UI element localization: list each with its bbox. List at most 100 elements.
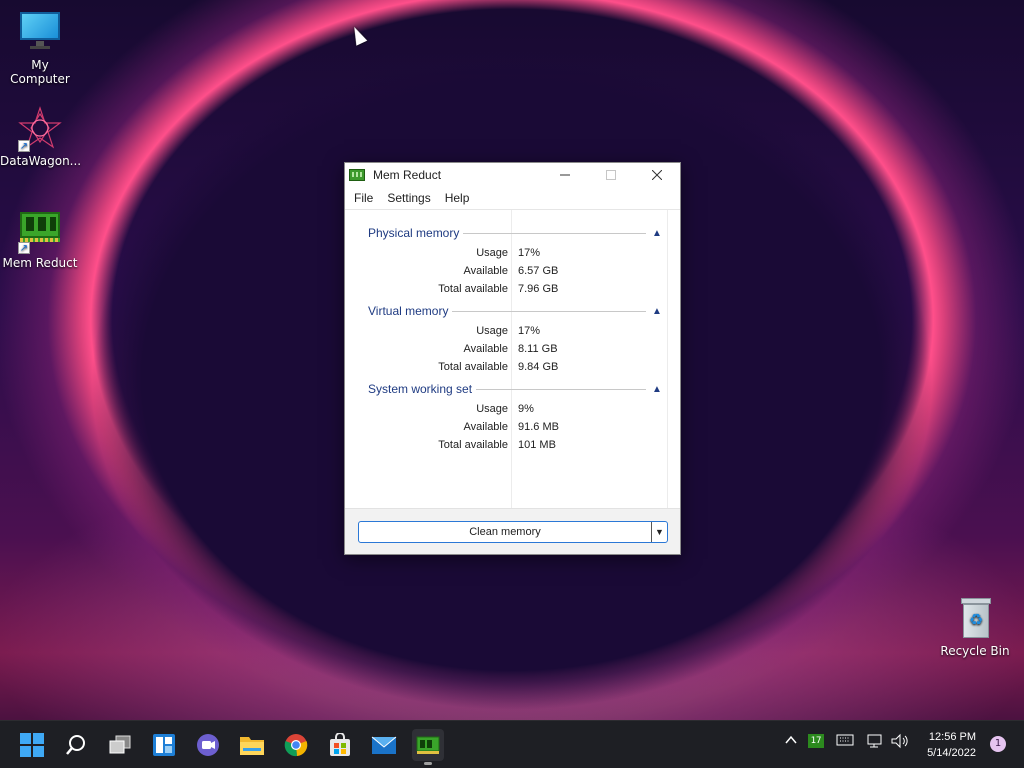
clock-time: 12:56 PM bbox=[928, 731, 976, 743]
row-value: 17% bbox=[518, 247, 541, 259]
mem-usage-tray-badge: 17 bbox=[808, 734, 824, 748]
menu-help[interactable]: Help bbox=[438, 191, 477, 205]
group-title: Virtual memory bbox=[368, 304, 449, 318]
widgets-icon bbox=[153, 734, 175, 756]
list-item: Available 8.11 GB bbox=[345, 340, 680, 358]
desktop-icon-my-computer[interactable]: My Computer bbox=[0, 10, 80, 86]
chevron-up-icon bbox=[785, 735, 797, 744]
row-label: Available bbox=[463, 265, 508, 277]
shortcut-arrow-icon: ↗ bbox=[18, 242, 30, 254]
row-value: 9% bbox=[518, 403, 534, 415]
row-label: Available bbox=[463, 343, 508, 355]
datawagon-logo-icon: ↗ bbox=[18, 106, 62, 152]
keyboard-tray-button[interactable] bbox=[836, 733, 854, 750]
chrome-button[interactable] bbox=[280, 729, 312, 761]
list-item: Total available 101 MB bbox=[345, 436, 680, 454]
memory-list: Physical memory ▲ Usage 17% Available 6.… bbox=[345, 209, 680, 509]
group-divider bbox=[452, 310, 646, 312]
desktop-icon-label: My Computer bbox=[10, 58, 70, 86]
minimize-button[interactable] bbox=[542, 163, 588, 187]
task-view-icon bbox=[109, 735, 131, 754]
row-label: Usage bbox=[476, 403, 508, 415]
clock[interactable]: 12:56 PM 5/14/2022 bbox=[927, 729, 976, 761]
monitor-icon bbox=[18, 10, 62, 54]
group-virtual-memory[interactable]: Virtual memory ▲ bbox=[368, 303, 662, 319]
task-view-button[interactable] bbox=[104, 729, 136, 761]
chat-button[interactable] bbox=[192, 729, 224, 761]
row-value: 101 MB bbox=[518, 439, 556, 451]
row-value: 9.84 GB bbox=[518, 361, 559, 373]
row-value: 17% bbox=[518, 325, 541, 337]
row-label: Available bbox=[463, 421, 508, 433]
collapse-chevron-icon[interactable]: ▲ bbox=[652, 228, 662, 239]
teams-chat-icon bbox=[197, 734, 219, 756]
list-item: Available 91.6 MB bbox=[345, 418, 680, 436]
desktop-icon-mem-reduct[interactable]: ↗ Mem Reduct bbox=[0, 208, 80, 270]
collapse-chevron-icon[interactable]: ▲ bbox=[652, 384, 662, 395]
desktop-icon-label: DataWagon... bbox=[0, 154, 82, 168]
window-footer: Clean memory ▼ bbox=[345, 508, 680, 554]
active-app-indicator bbox=[424, 762, 432, 765]
taskbar: 17 12:56 PM 5/14/2022 1 bbox=[0, 720, 1024, 768]
mem-reduct-app-icon bbox=[349, 169, 365, 181]
store-icon bbox=[330, 733, 350, 756]
network-tray-button[interactable] bbox=[866, 733, 884, 752]
group-title: Physical memory bbox=[368, 226, 460, 240]
close-button[interactable] bbox=[634, 163, 680, 187]
window-title: Mem Reduct bbox=[373, 168, 442, 182]
show-hidden-icons-button[interactable] bbox=[784, 733, 798, 750]
list-item: Total available 9.84 GB bbox=[345, 358, 680, 376]
mouse-cursor-icon bbox=[348, 24, 368, 46]
row-label: Usage bbox=[476, 325, 508, 337]
mem-reduct-window: Mem Reduct File Settings Help Physical m… bbox=[344, 162, 681, 555]
clean-memory-label: Clean memory bbox=[469, 526, 541, 538]
group-physical-memory[interactable]: Physical memory ▲ bbox=[368, 225, 662, 241]
dropdown-arrow-icon[interactable]: ▼ bbox=[651, 522, 667, 542]
title-bar[interactable]: Mem Reduct bbox=[345, 163, 680, 187]
list-item: Usage 9% bbox=[345, 400, 680, 418]
menu-settings[interactable]: Settings bbox=[380, 191, 437, 205]
store-button[interactable] bbox=[324, 729, 356, 761]
row-value: 91.6 MB bbox=[518, 421, 559, 433]
list-item: Usage 17% bbox=[345, 322, 680, 340]
desktop-icon-recycle-bin[interactable]: ♻ Recycle Bin bbox=[935, 596, 1015, 658]
file-explorer-icon bbox=[240, 737, 264, 755]
menu-file[interactable]: File bbox=[347, 191, 380, 205]
menu-bar: File Settings Help bbox=[345, 187, 680, 209]
row-value: 8.11 GB bbox=[518, 343, 558, 355]
memory-chip-icon: ↗ bbox=[18, 208, 62, 254]
group-system-working-set[interactable]: System working set ▲ bbox=[368, 381, 662, 397]
tray-mem-reduct[interactable]: 17 bbox=[808, 734, 824, 748]
desktop-icon-label: Mem Reduct bbox=[2, 256, 78, 270]
desktop-icon-datawagon[interactable]: ↗ DataWagon... bbox=[0, 106, 82, 168]
search-icon bbox=[66, 735, 85, 755]
row-value: 7.96 GB bbox=[518, 283, 559, 295]
clean-memory-button[interactable]: Clean memory ▼ bbox=[358, 521, 668, 543]
row-value: 6.57 GB bbox=[518, 265, 559, 277]
notification-badge[interactable]: 1 bbox=[990, 736, 1006, 752]
volume-tray-button[interactable] bbox=[890, 733, 910, 752]
row-label: Total available bbox=[438, 361, 508, 373]
group-divider bbox=[463, 232, 646, 234]
clock-date: 5/14/2022 bbox=[927, 747, 976, 759]
mail-icon bbox=[371, 736, 397, 754]
windows-logo-icon bbox=[20, 733, 44, 757]
network-icon bbox=[867, 734, 882, 748]
mail-button[interactable] bbox=[368, 729, 400, 761]
recycle-bin-icon: ♻ bbox=[953, 596, 997, 640]
search-button[interactable] bbox=[60, 729, 92, 761]
collapse-chevron-icon[interactable]: ▲ bbox=[652, 306, 662, 317]
speaker-icon bbox=[891, 733, 908, 749]
row-label: Usage bbox=[476, 247, 508, 259]
list-item: Total available 7.96 GB bbox=[345, 280, 680, 298]
keyboard-icon bbox=[836, 734, 854, 746]
widgets-button[interactable] bbox=[148, 729, 180, 761]
list-item: Usage 17% bbox=[345, 244, 680, 262]
group-divider bbox=[476, 388, 646, 390]
row-label: Total available bbox=[438, 283, 508, 295]
file-explorer-button[interactable] bbox=[236, 729, 268, 761]
row-label: Total available bbox=[438, 439, 508, 451]
start-button[interactable] bbox=[16, 729, 48, 761]
mem-reduct-taskbar-button[interactable] bbox=[412, 729, 444, 765]
maximize-button bbox=[588, 163, 634, 187]
